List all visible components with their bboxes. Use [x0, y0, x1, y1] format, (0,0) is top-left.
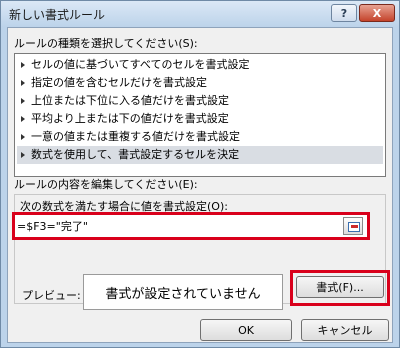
cancel-button-label: キャンセル [317, 324, 373, 337]
bullet-icon [21, 98, 25, 104]
rule-edit-label: ルールの内容を編集してください(E): [14, 178, 198, 191]
close-button[interactable]: X [359, 4, 395, 22]
rule-type-list[interactable]: セルの値に基づいてすべてのセルを書式設定 指定の値を含むセルだけを書式設定 上位… [14, 53, 386, 177]
range-arrow-icon [351, 225, 358, 228]
formula-input[interactable] [17, 216, 339, 236]
bullet-icon [21, 134, 25, 140]
rule-type-item[interactable]: 上位または下位に入る値だけを書式設定 [17, 92, 383, 110]
cancel-button[interactable]: キャンセル [301, 319, 389, 341]
formula-highlight [12, 212, 370, 240]
window-title: 新しい書式ルール [9, 8, 106, 22]
preview-label: プレビュー: [22, 289, 81, 302]
cell-reference-button[interactable] [343, 217, 363, 235]
rule-type-item[interactable]: セルの値に基づいてすべてのセルを書式設定 [17, 56, 383, 74]
close-icon: X [372, 6, 382, 20]
bullet-icon [21, 80, 25, 86]
title-bar[interactable]: 新しい書式ルール ? X [1, 1, 399, 27]
preview-text: 書式が設定されていません [105, 286, 261, 302]
format-button-label: 書式(F)... [316, 281, 364, 294]
new-format-rule-dialog: 新しい書式ルール ? X ルールの種類を選択してください(S): セルの値に基づ… [0, 0, 400, 348]
rule-type-item[interactable]: 指定の値を含むセルだけを書式設定 [17, 74, 383, 92]
preview-box: 書式が設定されていません [83, 274, 283, 310]
rule-type-label: ルールの種類を選択してください(S): [14, 37, 198, 50]
format-button[interactable]: 書式(F)... [296, 276, 384, 298]
help-icon: ? [340, 6, 348, 20]
bullet-icon [21, 152, 25, 158]
rule-type-item-selected[interactable]: 数式を使用して、書式設定するセルを決定 [17, 146, 383, 164]
rule-type-item[interactable]: 一意の値または重複する値だけを書式設定 [17, 128, 383, 146]
rule-type-item[interactable]: 平均より上または下の値だけを書式設定 [17, 110, 383, 128]
ok-button-label: OK [238, 323, 254, 337]
dialog-content: ルールの種類を選択してください(S): セルの値に基づいてすべてのセルを書式設定… [7, 27, 393, 343]
ok-button[interactable]: OK [200, 319, 292, 341]
bullet-icon [21, 62, 25, 68]
bullet-icon [21, 116, 25, 122]
help-button[interactable]: ? [331, 4, 357, 22]
